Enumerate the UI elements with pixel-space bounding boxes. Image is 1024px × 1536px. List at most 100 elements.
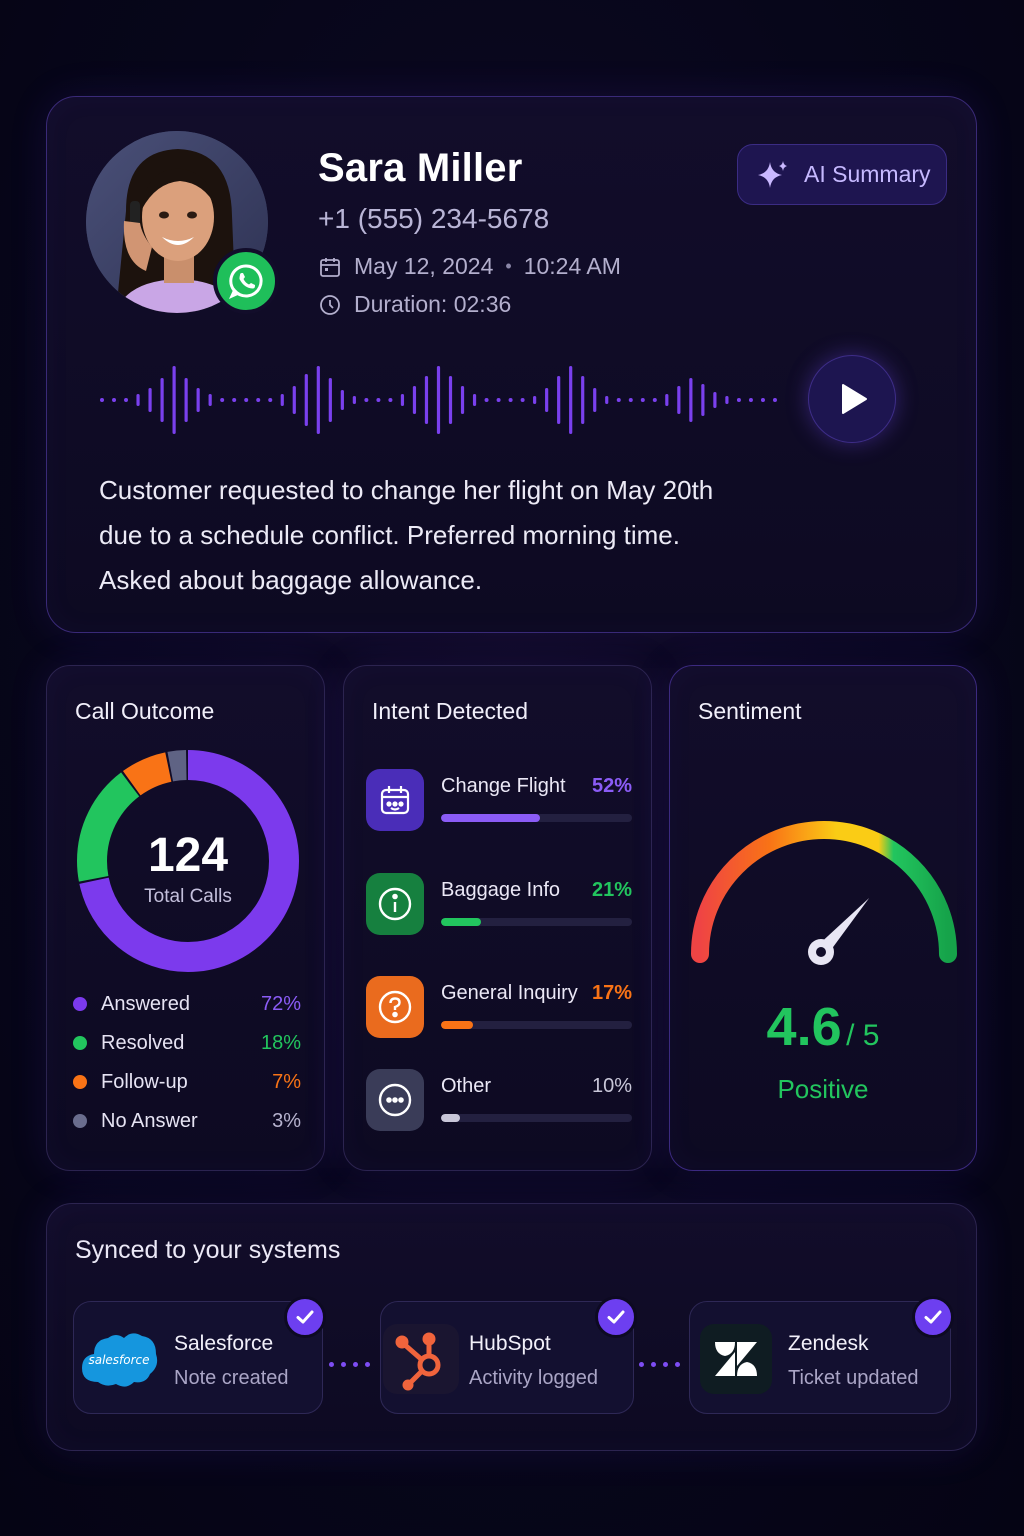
intent-bar-track xyxy=(441,918,632,926)
waveform-bar xyxy=(448,376,453,424)
calendar-icon xyxy=(320,257,340,277)
waveform-bar xyxy=(112,398,117,402)
intent-bar-fill xyxy=(441,918,482,926)
intent-label: Other xyxy=(441,1075,492,1097)
waveform-bar xyxy=(736,398,741,402)
sentiment-title: Sentiment xyxy=(698,698,802,724)
waveform-bar xyxy=(508,398,513,402)
summary-line: Customer requested to change her flight … xyxy=(99,475,714,505)
waveform-bar xyxy=(196,388,200,412)
waveform-bar xyxy=(292,386,296,414)
audio-waveform[interactable] xyxy=(98,360,783,440)
waveform-bar xyxy=(545,388,549,412)
waveform-bar xyxy=(569,366,573,434)
system-card-zendesk[interactable]: Zendesk Ticket updated xyxy=(689,1296,954,1414)
waveform-bar xyxy=(652,398,657,402)
waveform-bar xyxy=(340,390,344,410)
intent-label: Change Flight xyxy=(441,775,566,797)
check-icon xyxy=(595,1296,637,1338)
waveform-bar xyxy=(304,374,308,426)
system-name: Salesforce xyxy=(174,1332,274,1355)
synced-systems-card: Synced to your systems salesforce Salesf… xyxy=(46,1203,977,1451)
intent-bar-track xyxy=(441,1021,632,1029)
waveform-bar xyxy=(533,396,537,404)
play-icon xyxy=(842,384,867,414)
waveform-bar xyxy=(640,398,645,402)
waveform-bar xyxy=(484,398,489,402)
waveform-bar xyxy=(136,394,140,406)
waveform-bar xyxy=(328,378,332,422)
waveform-bar xyxy=(605,396,609,404)
more-icon xyxy=(366,1069,424,1131)
whatsapp-icon xyxy=(213,248,279,314)
call-summary-text: Customer requested to change her flight … xyxy=(99,468,799,603)
intent-pct: 17% xyxy=(591,982,632,1004)
intent-row-other: Other 10% xyxy=(366,1069,632,1131)
waveform-bar xyxy=(772,398,777,402)
legend-label: Resolved xyxy=(101,1031,185,1054)
zendesk-logo xyxy=(700,1324,772,1394)
salesforce-logo: salesforce xyxy=(78,1324,160,1394)
waveform-bar xyxy=(352,396,356,404)
waveform-bar xyxy=(220,398,225,402)
summary-line: due to a schedule conflict. Preferred mo… xyxy=(99,520,680,550)
waveform-bar xyxy=(725,396,729,404)
waveform-bar xyxy=(593,388,597,412)
legend-dot xyxy=(73,997,87,1011)
calendar-icon xyxy=(366,769,424,831)
ai-summary-button[interactable]: AI Summary xyxy=(737,144,947,205)
total-calls-value: 124 xyxy=(148,829,228,882)
waveform-bar xyxy=(677,386,681,414)
call-outcome-card: Call Outcome 124 Total Calls Answered 72… xyxy=(46,665,325,1171)
waveform-bar xyxy=(581,376,585,424)
legend-label: Answered xyxy=(101,992,190,1015)
clock-icon xyxy=(320,294,340,315)
system-card-hubspot[interactable]: HubSpot Activity logged xyxy=(380,1296,637,1414)
info-icon xyxy=(366,873,424,935)
legend-no-answer: No Answer 3% xyxy=(73,1106,301,1136)
salesforce-logo-text: salesforce xyxy=(88,1353,149,1367)
call-time: 10:24 AM xyxy=(523,253,621,279)
waveform-bar xyxy=(244,398,249,402)
call-outcome-title: Call Outcome xyxy=(75,698,215,724)
waveform-bar xyxy=(616,398,621,402)
legend-label: Follow-up xyxy=(101,1070,188,1093)
system-name: Zendesk xyxy=(788,1332,869,1355)
waveform-bar xyxy=(520,398,525,402)
waveform-bar xyxy=(412,386,417,414)
intent-pct: 21% xyxy=(591,879,632,901)
intent-detected-card: Intent Detected Change Flight 52% Baggag… xyxy=(343,665,652,1171)
sync-connector xyxy=(639,1361,680,1367)
waveform-bar xyxy=(748,398,753,402)
sentiment-label: Positive xyxy=(777,1074,869,1104)
sentiment-gauge xyxy=(691,821,957,965)
waveform-bar xyxy=(184,378,188,422)
waveform-bar xyxy=(689,378,693,422)
waveform-bar xyxy=(268,398,273,402)
call-datetime: May 12, 2024 • 10:24 AM xyxy=(318,253,621,280)
waveform-bar xyxy=(760,398,765,402)
waveform-bar xyxy=(280,394,284,406)
intent-bar-fill xyxy=(441,1021,474,1029)
waveform-bar xyxy=(148,388,152,412)
contact-name: Sara Miller xyxy=(318,146,523,190)
call-date: May 12, 2024 xyxy=(354,253,494,279)
intent-bar-track xyxy=(441,1114,632,1122)
intent-bar-track xyxy=(441,814,632,822)
waveform-bar xyxy=(172,366,176,434)
legend-resolved: Resolved 18% xyxy=(73,1028,301,1058)
intent-pct: 52% xyxy=(591,775,632,797)
hubspot-logo xyxy=(383,1324,459,1394)
sync-connector xyxy=(329,1361,370,1367)
system-status: Activity logged xyxy=(469,1367,598,1389)
waveform-bar xyxy=(100,398,104,402)
system-status: Note created xyxy=(174,1367,289,1389)
system-card-salesforce[interactable]: salesforce Salesforce Note created xyxy=(73,1296,326,1414)
waveform-bar xyxy=(472,394,477,406)
intent-label: Baggage Info xyxy=(441,879,560,901)
intent-row-general-inquiry: General Inquiry 17% xyxy=(366,976,632,1038)
waveform-bar xyxy=(388,398,393,402)
gauge-needle xyxy=(808,897,870,965)
play-button[interactable] xyxy=(808,355,896,443)
separator-dot: • xyxy=(505,256,512,276)
